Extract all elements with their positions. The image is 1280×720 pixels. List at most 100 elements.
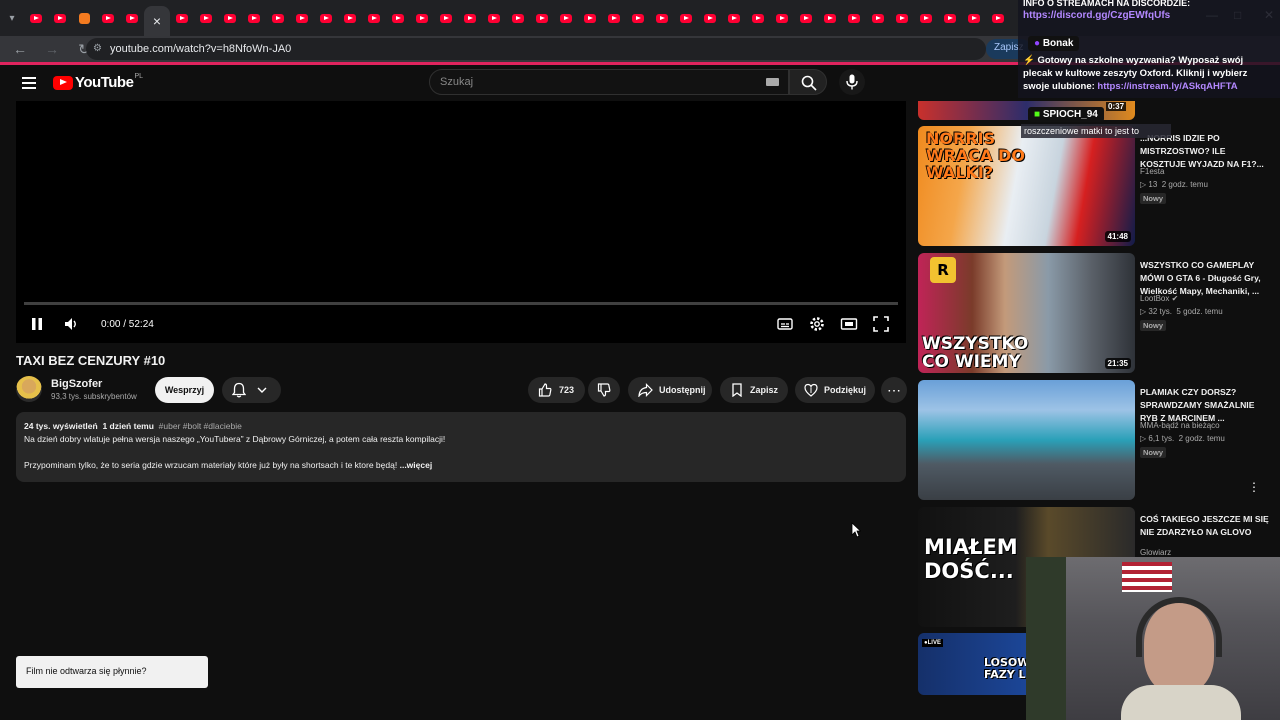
new-badge: Nowy (1140, 320, 1167, 331)
microphone-icon (846, 74, 858, 90)
notifications-button[interactable] (222, 377, 281, 403)
browser-tab[interactable] (938, 0, 962, 36)
menu-icon[interactable] (22, 77, 36, 89)
browser-tab[interactable] (890, 0, 914, 36)
browser-tab[interactable] (530, 0, 554, 36)
youtube-favicon-icon (248, 13, 260, 23)
browser-tab[interactable] (770, 0, 794, 36)
browser-tab[interactable] (842, 0, 866, 36)
overlay-info-text: INFO O STREAMACH NA DISCORDZIE: (1023, 0, 1191, 8)
recommendation-card[interactable]: PLAMIAK CZY DORSZ? SPRAWDZAMY SMAŻALNIE … (918, 380, 1278, 500)
hashtags[interactable]: #uber #bolt #dlaciebie (159, 421, 242, 431)
browser-tab[interactable] (386, 0, 410, 36)
fullscreen-icon[interactable] (872, 315, 890, 333)
recommendation-card[interactable]: R WSZYSTKO CO WIEMY 21:35 WSZYSTKO CO GA… (918, 253, 1278, 373)
voice-search-button[interactable] (839, 69, 865, 95)
video-title[interactable]: WSZYSTKO CO GAMEPLAY MÓWI O GTA 6 - Dług… (1140, 259, 1272, 298)
browser-tab[interactable] (434, 0, 458, 36)
browser-tab[interactable] (194, 0, 218, 36)
channel-name[interactable]: Glowiarz (1140, 548, 1171, 557)
browser-tab[interactable] (410, 0, 434, 36)
more-options-icon[interactable]: ⋮ (1248, 480, 1260, 494)
recommendation-card[interactable]: NORRIS WRACA DO WALKI? 41:48 ...NORRIS I… (918, 126, 1278, 246)
share-button[interactable]: Udostępnij (628, 377, 712, 403)
url-field[interactable]: ⚙ youtube.com/watch?v=h8NfoWn-JA0 (86, 38, 986, 60)
subtitles-icon[interactable] (776, 315, 794, 333)
video-thumbnail[interactable]: R WSZYSTKO CO WIEMY 21:35 (918, 253, 1135, 373)
browser-tab[interactable] (674, 0, 698, 36)
browser-tab[interactable] (962, 0, 986, 36)
upload-date: 1 dzień temu (102, 421, 154, 431)
browser-tab[interactable] (722, 0, 746, 36)
youtube-favicon-icon (560, 13, 572, 23)
browser-tab[interactable] (914, 0, 938, 36)
show-more-link[interactable]: ...więcej (400, 460, 433, 470)
browser-tab[interactable] (242, 0, 266, 36)
browser-tab[interactable] (48, 0, 72, 36)
channel-name[interactable]: LootBox ✔ (1140, 294, 1178, 303)
channel-name[interactable]: MMA-bądź na bieżąco (1140, 421, 1220, 430)
discord-link[interactable]: https://discord.gg/CzgEWfqUfs (1023, 10, 1170, 21)
browser-tab[interactable] (986, 0, 1010, 36)
video-thumbnail[interactable]: NORRIS WRACA DO WALKI? 41:48 (918, 126, 1135, 246)
browser-tab[interactable] (96, 0, 120, 36)
browser-tab[interactable] (266, 0, 290, 36)
youtube-logo[interactable]: YouTube PL (53, 73, 143, 91)
search-button[interactable] (789, 69, 827, 95)
browser-tab[interactable] (170, 0, 194, 36)
video-title[interactable]: PLAMIAK CZY DORSZ? SPRAWDZAMY SMAŻALNIE … (1140, 386, 1272, 425)
browser-tab[interactable] (290, 0, 314, 36)
promo-link[interactable]: https://instream.ly/ASkqAHFTA (1097, 81, 1237, 92)
save-button[interactable]: Zapisz (720, 377, 788, 403)
pause-icon[interactable] (30, 315, 44, 333)
browser-tab[interactable] (626, 0, 650, 36)
browser-tab[interactable] (794, 0, 818, 36)
video-thumbnail[interactable] (918, 380, 1135, 500)
browser-tab[interactable] (338, 0, 362, 36)
browser-tab[interactable] (72, 0, 96, 36)
browser-tab[interactable] (314, 0, 338, 36)
keyboard-icon[interactable] (766, 78, 779, 86)
browser-tab[interactable] (554, 0, 578, 36)
dislike-button[interactable] (588, 377, 620, 403)
browser-tab[interactable] (482, 0, 506, 36)
youtube-favicon-icon (656, 13, 668, 23)
browser-tab[interactable] (746, 0, 770, 36)
site-info-icon[interactable]: ⚙ (93, 43, 104, 54)
channel-avatar[interactable] (16, 376, 42, 402)
theater-mode-icon[interactable] (840, 315, 858, 333)
more-actions-icon[interactable]: ⋯ (881, 377, 907, 403)
browser-tab[interactable] (578, 0, 602, 36)
progress-bar[interactable] (24, 302, 898, 305)
browser-tab[interactable] (24, 0, 48, 36)
video-title[interactable]: COŚ TAKIEGO JESZCZE MI SIĘ NIE ZDARZYŁO … (1140, 513, 1272, 539)
browser-tab[interactable] (650, 0, 674, 36)
like-button[interactable]: 723 (528, 377, 585, 403)
browser-tab[interactable] (698, 0, 722, 36)
browser-tab[interactable] (506, 0, 530, 36)
browser-tab[interactable] (362, 0, 386, 36)
playback-feedback-toast[interactable]: Film nie odtwarza się płynnie? (16, 656, 208, 688)
browser-tab[interactable] (602, 0, 626, 36)
back-icon[interactable]: ← (8, 41, 32, 57)
youtube-favicon-icon (992, 13, 1004, 23)
search-input[interactable]: Szukaj (429, 69, 789, 95)
browser-tab[interactable] (218, 0, 242, 36)
browser-tab[interactable] (866, 0, 890, 36)
browser-tab[interactable] (120, 0, 144, 36)
thumbnail-caption: MIAŁEM DOŚĆ... (924, 535, 1018, 583)
settings-icon[interactable] (808, 315, 826, 333)
description-box[interactable]: 24 tys. wyświetleń 1 dzień temu #uber #b… (16, 412, 906, 482)
youtube-favicon-icon (848, 13, 860, 23)
channel-name[interactable]: BigSzofer (51, 378, 102, 390)
browser-tab[interactable] (458, 0, 482, 36)
video-player[interactable]: 0:00 / 52:24 (16, 101, 906, 343)
tab-list-button[interactable]: ▾ (0, 0, 24, 36)
browser-tab[interactable] (818, 0, 842, 36)
channel-name[interactable]: F1esta (1140, 167, 1164, 176)
support-button[interactable]: Wesprzyj (155, 377, 214, 403)
thanks-button[interactable]: Podziękuj (795, 377, 875, 403)
tab-active-close-icon[interactable]: × (144, 6, 170, 36)
volume-icon[interactable] (62, 315, 80, 333)
forward-icon[interactable]: → (40, 41, 64, 57)
